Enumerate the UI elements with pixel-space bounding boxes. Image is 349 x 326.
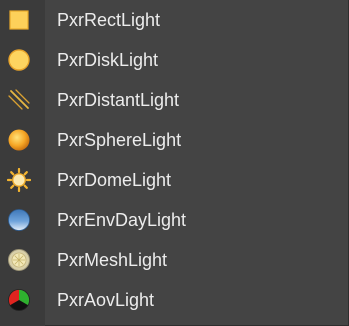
menu-item-pxr-aov-light[interactable]: PxrAovLight <box>0 280 348 320</box>
menu-item-pxr-sphere-light[interactable]: PxrSphereLight <box>0 120 348 160</box>
menu-item-pxr-rect-light[interactable]: PxrRectLight <box>0 0 348 40</box>
menu-item-label: PxrAovLight <box>57 290 155 310</box>
menu-item-label: PxrDomeLight <box>57 170 172 190</box>
menu-item-label: PxrSphereLight <box>57 130 182 150</box>
light-type-menu: PxrRectLight PxrDiskLight PxrDistantLigh… <box>0 0 349 326</box>
mesh-light-icon <box>7 248 31 272</box>
menu-item-label: PxrEnvDayLight <box>57 210 187 230</box>
rect-light-icon <box>7 8 31 32</box>
menu-item-label: PxrRectLight <box>57 10 161 30</box>
dome-light-icon <box>7 168 31 192</box>
menu-item-label: PxrMeshLight <box>57 250 168 270</box>
distant-light-icon <box>7 88 31 112</box>
menu-item-pxr-dome-light[interactable]: PxrDomeLight <box>0 160 348 200</box>
menu-item-label: PxrDistantLight <box>57 90 180 110</box>
env-day-light-icon <box>7 208 31 232</box>
menu-item-pxr-disk-light[interactable]: PxrDiskLight <box>0 40 348 80</box>
aov-light-icon <box>7 288 31 312</box>
sphere-light-icon <box>7 128 31 152</box>
disk-light-icon <box>7 48 31 72</box>
menu-item-pxr-mesh-light[interactable]: PxrMeshLight <box>0 240 348 280</box>
menu-item-pxr-distant-light[interactable]: PxrDistantLight <box>0 80 348 120</box>
menu-item-pxr-env-day-light[interactable]: PxrEnvDayLight <box>0 200 348 240</box>
menu-item-label: PxrDiskLight <box>57 50 159 70</box>
